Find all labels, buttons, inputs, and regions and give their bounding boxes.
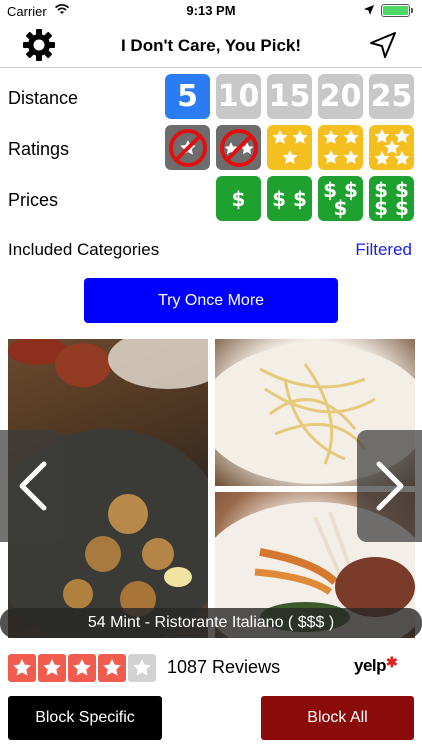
previous-photo-button[interactable] xyxy=(0,430,65,542)
price-option-3[interactable]: $ $ $ xyxy=(318,176,363,221)
star-icon xyxy=(68,654,96,682)
rating-option-5[interactable] xyxy=(369,125,414,170)
price-option-2[interactable]: $ $ xyxy=(267,176,312,221)
three-stars-icon xyxy=(272,129,307,164)
ratings-label: Ratings xyxy=(8,139,70,159)
star-icon xyxy=(38,654,66,682)
review-count: 1087 Reviews xyxy=(167,657,281,677)
restaurant-photo-gallery[interactable] xyxy=(8,339,415,638)
prices-label: Prices xyxy=(8,190,59,210)
no-one-star-icon xyxy=(168,128,207,167)
categories-filtered-link[interactable]: Filtered xyxy=(355,240,412,260)
distance-label: Distance xyxy=(8,88,79,108)
block-all-button[interactable]: Block All xyxy=(261,696,414,740)
rating-option-1[interactable] xyxy=(165,125,210,170)
restaurant-name-caption: 54 Mint - Ristorante Italiano ( $$$ ) xyxy=(0,608,422,638)
chevron-left-icon xyxy=(19,461,46,511)
battery-icon xyxy=(381,4,413,17)
price-option-1[interactable]: $ xyxy=(216,176,261,221)
distance-option-5[interactable]: 5 xyxy=(165,74,210,119)
yelp-star-rating xyxy=(8,654,156,682)
star-icon xyxy=(8,654,36,682)
nav-bar: I Don't Care, You Pick! xyxy=(0,22,422,68)
distance-option-15[interactable]: 15 xyxy=(267,74,312,119)
distance-option-25[interactable]: 25 xyxy=(369,74,414,119)
price-option-4[interactable]: $ $ $ $ xyxy=(369,176,414,221)
next-photo-button[interactable] xyxy=(357,430,422,542)
navigation-arrow-icon[interactable] xyxy=(368,30,398,60)
try-once-more-button[interactable]: Try Once More xyxy=(84,278,338,323)
rating-option-2[interactable] xyxy=(216,125,261,170)
yelp-logo[interactable]: yelp✱ xyxy=(354,654,398,676)
star-icon xyxy=(98,654,126,682)
distance-option-20[interactable]: 20 xyxy=(318,74,363,119)
status-bar: Carrier 9:13 PM xyxy=(0,0,422,22)
four-stars-icon xyxy=(323,129,358,164)
yelp-burst-icon: ✱ xyxy=(386,654,398,670)
no-two-stars-icon xyxy=(219,128,258,167)
chevron-right-icon xyxy=(376,461,403,511)
star-empty-icon xyxy=(128,654,156,682)
status-time: 9:13 PM xyxy=(186,3,236,18)
distance-option-10[interactable]: 10 xyxy=(216,74,261,119)
location-arrow-icon xyxy=(364,5,374,15)
rating-option-3[interactable] xyxy=(267,125,312,170)
five-stars-icon xyxy=(374,128,409,165)
rating-option-4[interactable] xyxy=(318,125,363,170)
page-title: I Don't Care, You Pick! xyxy=(120,36,302,55)
block-specific-button[interactable]: Block Specific xyxy=(8,696,162,740)
included-categories-label: Included Categories xyxy=(8,240,160,259)
